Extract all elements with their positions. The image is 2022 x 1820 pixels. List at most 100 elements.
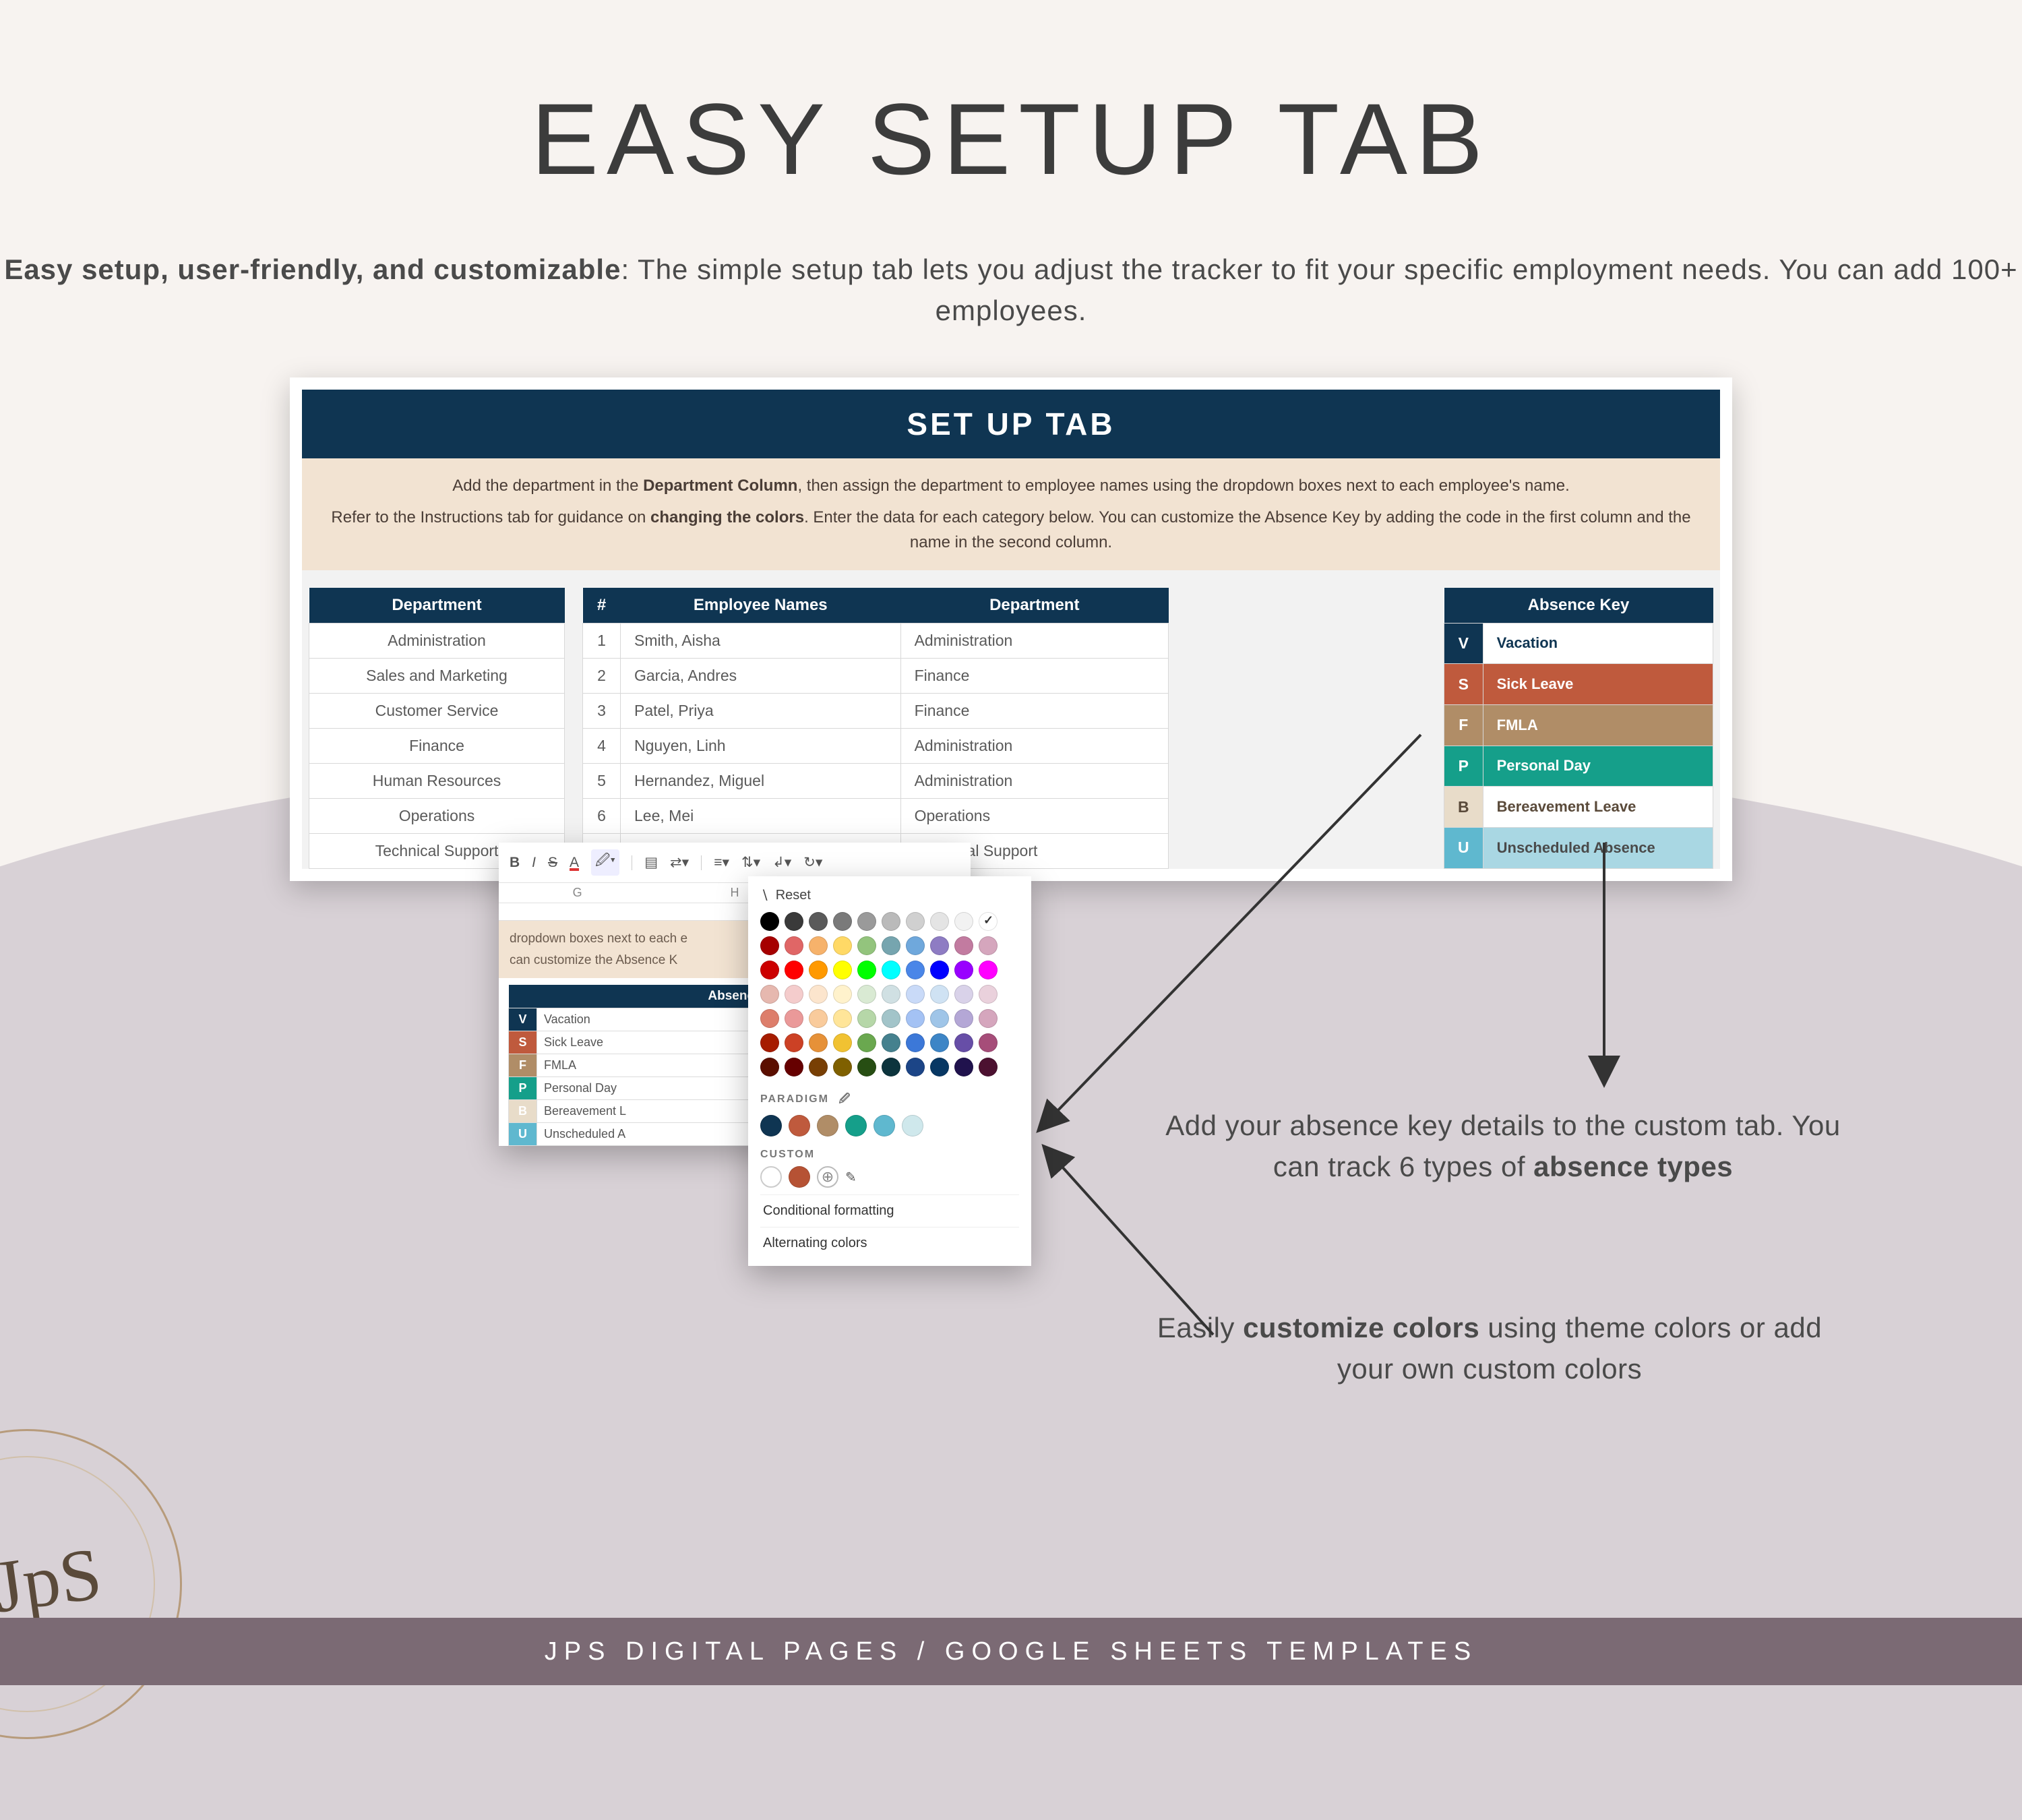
- color-swatch[interactable]: [809, 1009, 828, 1028]
- absence-key-table[interactable]: Absence Key VVacationSSick LeaveFFMLAPPe…: [1444, 588, 1713, 869]
- color-swatch[interactable]: [954, 985, 973, 1004]
- color-swatch[interactable]: [906, 936, 925, 955]
- color-swatch[interactable]: [833, 1009, 852, 1028]
- absence-code-cell[interactable]: V: [1444, 623, 1483, 664]
- color-swatch[interactable]: [785, 1033, 803, 1052]
- color-swatch[interactable]: [809, 1033, 828, 1052]
- table-row[interactable]: 4Nguyen, LinhAdministration: [583, 728, 1169, 763]
- borders-icon[interactable]: ▤: [644, 854, 658, 871]
- color-swatch[interactable]: [979, 1033, 998, 1052]
- wrap-icon[interactable]: ↲▾: [772, 854, 791, 871]
- color-swatch[interactable]: [809, 1058, 828, 1076]
- absence-label-cell[interactable]: FMLA: [1483, 704, 1713, 746]
- standard-color-grid[interactable]: [760, 912, 1019, 1086]
- table-row[interactable]: Administration: [309, 623, 565, 658]
- absence-label-cell[interactable]: Personal Day: [1483, 746, 1713, 787]
- theme-color-swatch[interactable]: [760, 1115, 782, 1136]
- color-swatch[interactable]: [930, 985, 949, 1004]
- color-swatch[interactable]: [979, 936, 998, 955]
- color-swatch[interactable]: [785, 912, 803, 931]
- reset-option[interactable]: ∖ Reset: [760, 887, 1019, 912]
- absence-code-cell[interactable]: P: [1444, 746, 1483, 787]
- department-cell[interactable]: Customer Service: [309, 693, 565, 728]
- italic-icon[interactable]: I: [532, 855, 536, 871]
- employee-name-cell[interactable]: Nguyen, Linh: [621, 728, 901, 763]
- table-row[interactable]: 1Smith, AishaAdministration: [583, 623, 1169, 658]
- custom-color-row[interactable]: ⊕✎: [760, 1166, 1019, 1194]
- color-swatch[interactable]: [979, 961, 998, 979]
- color-swatch[interactable]: [809, 912, 828, 931]
- custom-color-swatch[interactable]: [789, 1166, 810, 1188]
- department-cell[interactable]: Human Resources: [309, 763, 565, 798]
- color-swatch[interactable]: [954, 1033, 973, 1052]
- fill-color-picker[interactable]: ∖ Reset PARADIGM 🖉 CUSTOM ⊕✎ Conditional…: [748, 876, 1031, 1266]
- color-swatch[interactable]: [760, 985, 779, 1004]
- table-row[interactable]: 6Lee, MeiOperations: [583, 798, 1169, 833]
- color-swatch[interactable]: [760, 1033, 779, 1052]
- color-swatch[interactable]: [979, 985, 998, 1004]
- text-color-icon[interactable]: A: [570, 855, 579, 871]
- color-swatch[interactable]: [833, 936, 852, 955]
- color-swatch[interactable]: [906, 1033, 925, 1052]
- table-row[interactable]: Finance: [309, 728, 565, 763]
- color-swatch[interactable]: [930, 936, 949, 955]
- color-swatch[interactable]: [833, 1058, 852, 1076]
- color-swatch[interactable]: [833, 1033, 852, 1052]
- color-swatch[interactable]: [833, 961, 852, 979]
- absence-key-row[interactable]: UUnscheduled Absence: [1444, 827, 1713, 868]
- employee-dept-cell[interactable]: Administration: [900, 623, 1168, 658]
- color-swatch[interactable]: [857, 961, 876, 979]
- eyedropper-icon[interactable]: 🖉: [838, 1093, 851, 1105]
- theme-color-swatch[interactable]: [845, 1115, 867, 1136]
- color-swatch[interactable]: [760, 936, 779, 955]
- add-custom-color-button[interactable]: ⊕: [817, 1166, 838, 1188]
- color-swatch[interactable]: [785, 1009, 803, 1028]
- employee-name-cell[interactable]: Lee, Mei: [621, 798, 901, 833]
- conditional-formatting-option[interactable]: Conditional formatting: [760, 1194, 1019, 1227]
- employee-dept-cell[interactable]: Finance: [900, 693, 1168, 728]
- color-swatch[interactable]: [833, 912, 852, 931]
- employee-dept-cell[interactable]: Finance: [900, 658, 1168, 693]
- absence-code-cell[interactable]: U: [1444, 827, 1483, 868]
- color-swatch[interactable]: [954, 961, 973, 979]
- color-swatch[interactable]: [906, 985, 925, 1004]
- color-swatch[interactable]: [882, 961, 900, 979]
- fill-color-icon[interactable]: 🖉▾: [591, 849, 619, 876]
- color-swatch[interactable]: [954, 1058, 973, 1076]
- color-swatch[interactable]: [785, 961, 803, 979]
- color-swatch[interactable]: [857, 912, 876, 931]
- absence-key-row[interactable]: PPersonal Day: [1444, 746, 1713, 787]
- color-swatch[interactable]: [785, 1058, 803, 1076]
- theme-color-swatch[interactable]: [874, 1115, 895, 1136]
- custom-color-swatch[interactable]: [760, 1166, 782, 1188]
- color-swatch[interactable]: [882, 1009, 900, 1028]
- color-swatch[interactable]: [979, 1058, 998, 1076]
- absence-key-row[interactable]: VVacation: [1444, 623, 1713, 664]
- color-swatch[interactable]: [857, 1033, 876, 1052]
- color-swatch[interactable]: [882, 985, 900, 1004]
- paradigm-color-row[interactable]: [760, 1115, 1019, 1143]
- color-swatch[interactable]: [785, 985, 803, 1004]
- color-swatch[interactable]: [809, 985, 828, 1004]
- table-row[interactable]: Operations: [309, 798, 565, 833]
- table-row[interactable]: 5Hernandez, MiguelAdministration: [583, 763, 1169, 798]
- color-swatch[interactable]: [857, 985, 876, 1004]
- absence-code-cell[interactable]: F: [1444, 704, 1483, 746]
- theme-color-swatch[interactable]: [902, 1115, 923, 1136]
- color-swatch[interactable]: [882, 1033, 900, 1052]
- department-cell[interactable]: Administration: [309, 623, 565, 658]
- color-swatch[interactable]: [760, 961, 779, 979]
- absence-key-row[interactable]: BBereavement Leave: [1444, 787, 1713, 828]
- color-swatch[interactable]: [857, 936, 876, 955]
- department-cell[interactable]: Sales and Marketing: [309, 658, 565, 693]
- department-cell[interactable]: Finance: [309, 728, 565, 763]
- absence-code-cell[interactable]: S: [1444, 664, 1483, 705]
- color-swatch[interactable]: [906, 961, 925, 979]
- department-cell[interactable]: Operations: [309, 798, 565, 833]
- employee-table[interactable]: # Employee Names Department 1Smith, Aish…: [582, 588, 1169, 869]
- table-row[interactable]: 2Garcia, AndresFinance: [583, 658, 1169, 693]
- color-swatch[interactable]: [833, 985, 852, 1004]
- table-row[interactable]: 3Patel, PriyaFinance: [583, 693, 1169, 728]
- color-swatch[interactable]: [954, 912, 973, 931]
- theme-color-swatch[interactable]: [817, 1115, 838, 1136]
